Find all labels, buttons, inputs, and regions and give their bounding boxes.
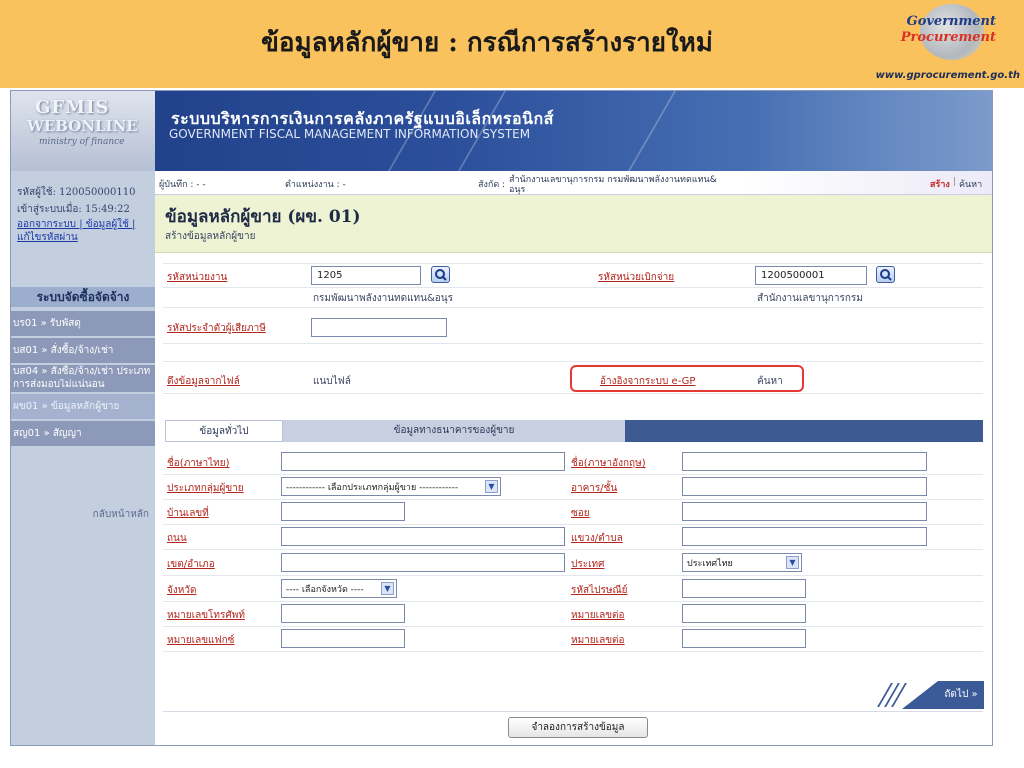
gfmis-logo: GFMIS <box>35 97 110 118</box>
country-select[interactable]: ประเทศไทย ▼ <box>682 553 802 572</box>
webonline-logo: WEBONLINE <box>27 117 138 135</box>
logo-text-government: Government <box>906 14 996 29</box>
affiliation-line1: สำนักงานเลขานุการกรม กรมพัฒนาพลังงานทดแท… <box>509 175 717 185</box>
subdistrict-input[interactable] <box>682 527 927 546</box>
soi-label: ซอย <box>571 508 590 519</box>
sidebar-item-receive[interactable]: บร01 » รับพัสดุ <box>11 311 155 337</box>
system-name-english: GOVERNMENT FISCAL MANAGEMENT INFORMATION… <box>169 127 531 141</box>
magnifier-icon <box>435 269 447 281</box>
phone-input[interactable] <box>281 604 405 623</box>
login-time: เข้าสู่ระบบเมื่อ: 15:49:22 <box>17 204 130 215</box>
sidebar-item-purchase-order-uncertain[interactable]: บส04 » สั่งซื้อ/จ้าง/เช่า ประเภท <box>11 365 155 379</box>
name-english-input[interactable] <box>682 452 927 471</box>
change-password-link[interactable]: แก้ไขรหัสผ่าน <box>17 230 78 245</box>
fax-ext-input[interactable] <box>682 629 806 648</box>
app-window: GFMIS WEBONLINE ministry of finance ระบบ… <box>10 90 993 746</box>
procurement-menu-header: ระบบจัดซื้อจัดจ้าง <box>11 287 155 307</box>
next-button-label: ถัดไป » <box>938 681 984 709</box>
soi-input[interactable] <box>682 502 927 521</box>
fax-input[interactable] <box>281 629 405 648</box>
slide-header: ข้อมูลหลักผู้ขาย : กรณีการสร้างรายใหม่ G… <box>0 0 1024 88</box>
next-button[interactable]: ถัดไป » <box>872 681 984 709</box>
tax-id-input[interactable] <box>311 318 447 337</box>
postcode-input[interactable] <box>682 579 806 598</box>
disburse-name: สำนักงานเลขานุการกรม <box>757 293 863 304</box>
attach-file-link[interactable]: แนบไฟล์ <box>313 374 351 389</box>
gfmis-logo-area: GFMIS WEBONLINE ministry of finance <box>11 91 155 171</box>
simulate-create-button[interactable]: จำลองการสร้างข้อมูล <box>508 717 648 738</box>
house-no-label: บ้านเลขที่ <box>167 508 209 519</box>
back-to-home-link[interactable]: กลับหน้าหลัก <box>93 507 149 522</box>
position-info: ตำแหน่งงาน : - <box>285 180 346 190</box>
egp-reference-label[interactable]: อ้างอิงจากระบบ e-GP <box>600 374 695 389</box>
vendor-group-label: ประเภทกลุ่มผู้ขาย <box>167 483 244 494</box>
vendor-group-select[interactable]: ------------ เลือกประเภทกลุ่มผู้ขาย ----… <box>281 477 501 496</box>
pipe-separator: | <box>953 177 957 187</box>
logo-url: www.gprocurement.go.th <box>875 70 1020 81</box>
phone-ext-input[interactable] <box>682 604 806 623</box>
sidebar: รหัสผู้ใช้: 120050000110 เข้าสู่ระบบเมื่… <box>11 171 155 745</box>
main-content: ผู้บันทึก : - - ตำแหน่งงาน : - สังกัด : … <box>155 171 992 745</box>
building-label: อาคาร/ชั้น <box>571 483 618 494</box>
tab-bank[interactable]: ข้อมูลทางธนาคารของผู้ขาย <box>283 420 625 442</box>
logo-text-procurement: Procurement <box>900 30 996 45</box>
create-link[interactable]: สร้าง <box>930 177 950 191</box>
disburse-code-search-button[interactable] <box>876 266 895 283</box>
fax-ext-label: หมายเลขต่อ <box>571 635 625 646</box>
unit-code-search-button[interactable] <box>431 266 450 283</box>
page-header: ข้อมูลหลักผู้ขาย (ผข. 01) สร้างข้อมูลหลั… <box>155 195 992 253</box>
district-input[interactable] <box>281 553 565 572</box>
postcode-label: รหัสไปรษณีย์ <box>571 585 628 596</box>
unit-code-input[interactable] <box>311 266 421 285</box>
sidebar-item-contract[interactable]: สญ01 » สัญญา <box>11 421 155 447</box>
tab-bar: ข้อมูลทั่วไป ข้อมูลทางธนาคารของผู้ขาย <box>165 420 983 442</box>
sidebar-item-purchase-order-uncertain-line2[interactable]: การส่งมอบไม่แน่นอน <box>11 379 155 393</box>
district-label: เขต/อำเภอ <box>167 559 215 570</box>
tax-id-label: รหัสประจำตัวผู้เสียภาษี <box>167 323 266 334</box>
user-id: รหัสผู้ใช้: 120050000110 <box>17 187 136 198</box>
sidebar-item-purchase-order[interactable]: บส01 » สั่งซื้อ/จ้าง/เช่า <box>11 338 155 364</box>
province-label: จังหวัด <box>167 585 197 596</box>
unit-name: กรมพัฒนาพลังงานทดแทน&อนุร <box>313 293 453 304</box>
vendor-group-select-value: ------------ เลือกประเภทกลุ่มผู้ขาย ----… <box>286 483 459 493</box>
page-subtitle: สร้างข้อมูลหลักผู้ขาย <box>165 231 256 242</box>
country-label: ประเทศ <box>571 559 605 570</box>
recorder-info: ผู้บันทึก : - - <box>159 180 206 190</box>
name-thai-label: ชื่อ(ภาษาไทย) <box>167 458 230 469</box>
tab-general[interactable]: ข้อมูลทั่วไป <box>165 420 283 442</box>
name-thai-input[interactable] <box>281 452 565 471</box>
affiliation-line2: อนุร <box>509 185 526 195</box>
chevron-down-icon: ▼ <box>485 480 498 493</box>
disburse-code-input[interactable] <box>755 266 867 285</box>
unit-code-label: รหัสหน่วยงาน <box>167 272 228 283</box>
building-input[interactable] <box>682 477 927 496</box>
info-bar: ผู้บันทึก : - - ตำแหน่งงาน : - สังกัด : … <box>155 171 992 195</box>
slide-title: ข้อมูลหลักผู้ขาย : กรณีการสร้างรายใหม่ <box>261 28 713 58</box>
sidebar-item-vendor-master[interactable]: ผข01 » ข้อมูลหลักผู้ขาย <box>11 394 155 420</box>
road-input[interactable] <box>281 527 565 546</box>
country-select-value: ประเทศไทย <box>687 559 733 569</box>
ministry-of-finance-text: ministry of finance <box>39 137 125 147</box>
phone-ext-label: หมายเลขต่อ <box>571 610 625 621</box>
province-select[interactable]: ---- เลือกจังหวัด ---- ▼ <box>281 579 397 598</box>
egp-search-link[interactable]: ค้นหา <box>757 374 783 389</box>
subdistrict-label: แขวง/ตำบล <box>571 533 623 544</box>
house-no-input[interactable] <box>281 502 405 521</box>
system-banner: GFMIS WEBONLINE ministry of finance ระบบ… <box>11 91 992 171</box>
magnifier-icon <box>880 269 892 281</box>
province-select-value: ---- เลือกจังหวัด ---- <box>286 585 364 595</box>
disburse-code-label: รหัสหน่วยเบิกจ่าย <box>598 272 675 283</box>
affiliation-label: สังกัด : <box>478 180 506 190</box>
phone-label: หมายเลขโทรศัพท์ <box>167 610 245 621</box>
fax-label: หมายเลขแฟกซ์ <box>167 635 235 646</box>
chevron-down-icon: ▼ <box>786 556 799 569</box>
name-english-label: ชื่อ(ภาษาอังกฤษ) <box>571 458 646 469</box>
search-link[interactable]: ค้นหา <box>959 177 982 191</box>
page-title: ข้อมูลหลักผู้ขาย (ผข. 01) <box>165 207 361 227</box>
chevron-down-icon: ▼ <box>381 582 394 595</box>
road-label: ถนน <box>167 533 187 544</box>
import-file-label: ดึงข้อมูลจากไฟล์ <box>167 376 240 387</box>
